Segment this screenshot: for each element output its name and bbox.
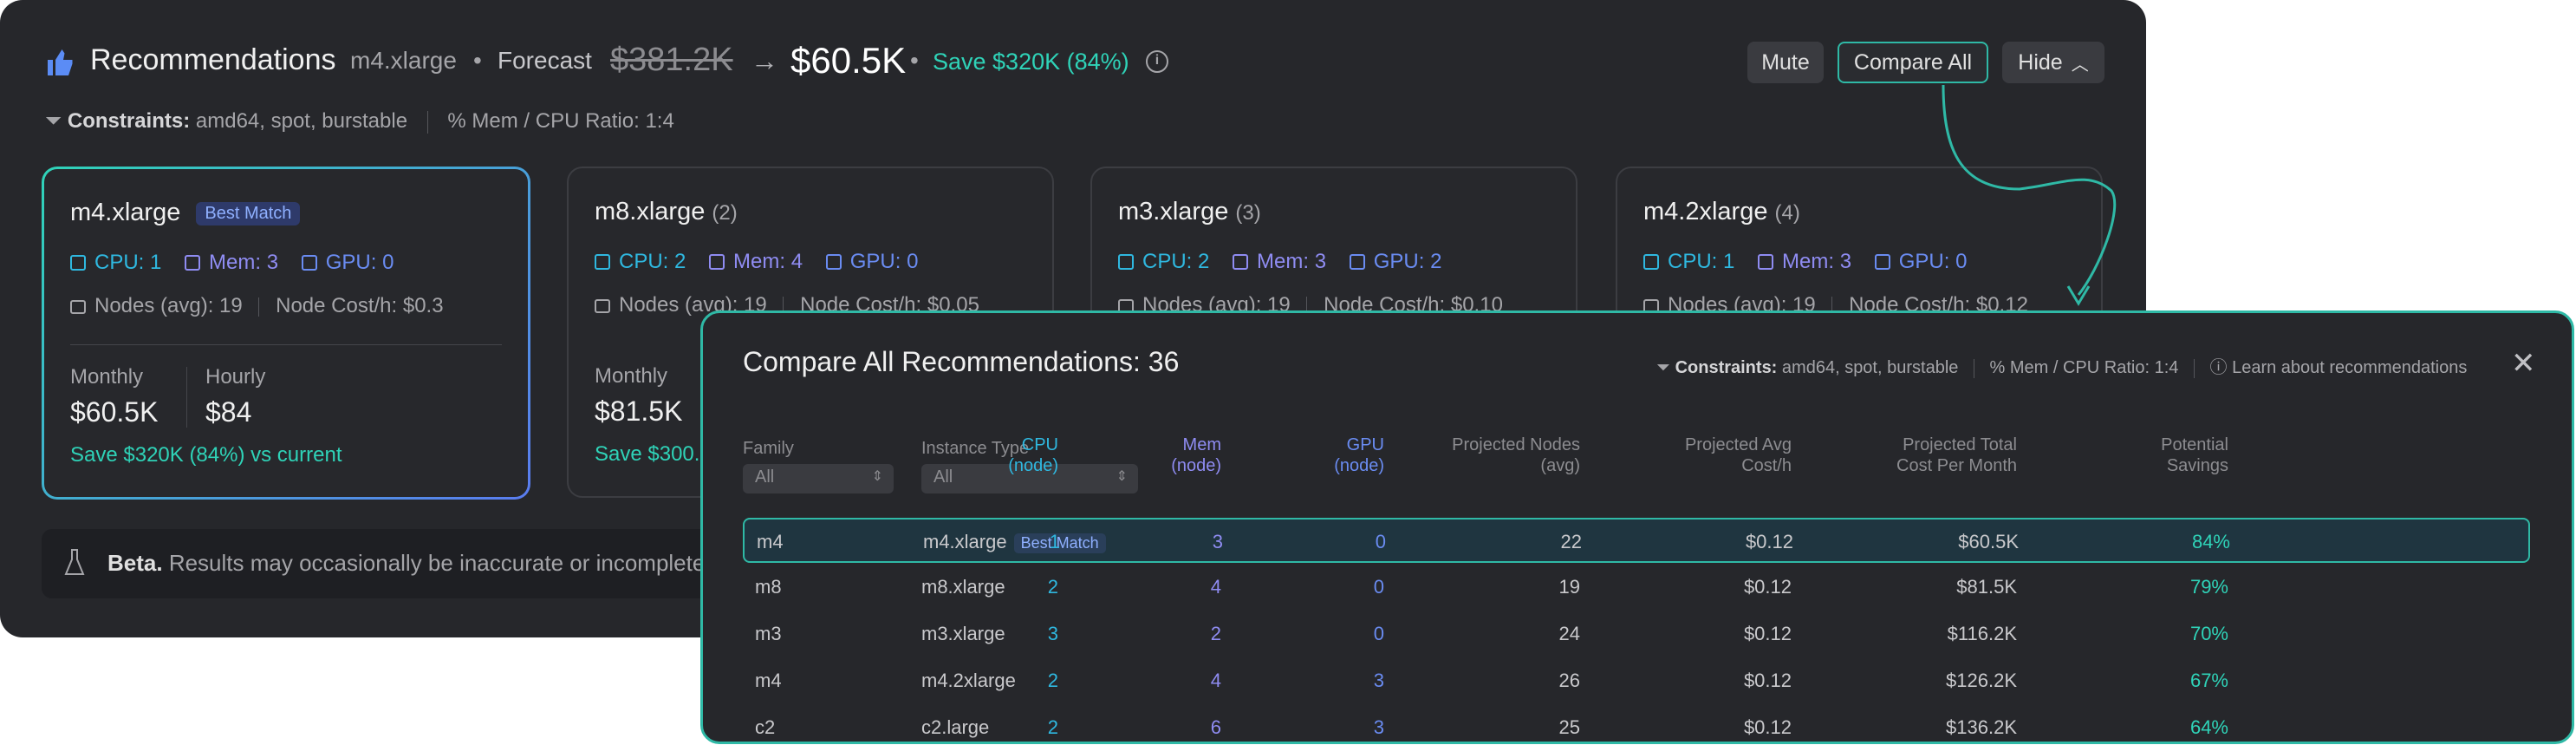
ratio-value: Mem / CPU Ratio: 1:4 xyxy=(2009,358,2179,377)
constraints-label: Constraints: xyxy=(1675,358,1778,377)
cell-mem: 6 xyxy=(1210,716,1221,738)
compare-all-dialog: Compare All Recommendations: 36 ⏷ Constr… xyxy=(700,310,2574,744)
col-gpu-title: GPU xyxy=(1346,435,1384,454)
col-family: Family xyxy=(743,439,794,458)
cell-cpu: 2 xyxy=(1047,670,1058,691)
cell-nodes: 26 xyxy=(1558,670,1580,691)
table-row[interactable]: m4 m4.xlarge Best Match 1 3 0 22 $0.12 $60.5K 84% xyxy=(743,518,2530,563)
col-nodes: Projected Nodes (avg) xyxy=(1355,435,1580,476)
cell-total: $81.5K xyxy=(1956,576,2017,598)
cell-total: $116.2K xyxy=(1947,623,2017,644)
family-filter-value: All xyxy=(755,467,775,487)
cell-savings: 67% xyxy=(2189,670,2228,691)
cell-total: $136.2K xyxy=(1946,716,2017,738)
cell-nodes: 19 xyxy=(1558,576,1580,598)
learn-link[interactable]: Learn about recommendations xyxy=(2232,358,2467,377)
cell-gpu: 0 xyxy=(1373,576,1384,598)
col-cost-title: Projected Avg xyxy=(1684,435,1792,454)
cell-savings: 84% xyxy=(2191,531,2230,552)
cell-family: c2 xyxy=(755,716,776,738)
cell-savings: 79% xyxy=(2189,576,2228,598)
cell-gpu: 0 xyxy=(1373,623,1384,644)
table-row[interactable]: m3 m3.xlarge 3 2 0 24 $0.12 $116.2K 70% xyxy=(743,611,2530,657)
cell-cost: $0.12 xyxy=(1745,531,1793,552)
table-row[interactable]: c2 c2.large 2 6 3 25 $0.12 $136.2K 64% xyxy=(743,705,2530,742)
cell-nodes: 24 xyxy=(1558,623,1580,644)
col-total: Projected Total Cost Per Month xyxy=(1792,435,2017,476)
cell-family: m3 xyxy=(755,623,782,644)
cell-cpu: 2 xyxy=(1047,576,1058,598)
cell-nodes: 22 xyxy=(1560,531,1582,552)
cell-family: m4 xyxy=(757,531,784,552)
cell-savings: 64% xyxy=(2189,716,2228,738)
table-row[interactable]: m4 m4.2xlarge 2 4 3 26 $0.12 $126.2K 67% xyxy=(743,658,2530,703)
cell-mem: 2 xyxy=(1210,623,1221,644)
cell-cost: $0.12 xyxy=(1743,716,1792,738)
col-sav-title: Potential xyxy=(2161,435,2228,454)
col-nodes-sub: (avg) xyxy=(1540,456,1580,475)
col-gpu-sub: (node) xyxy=(1334,456,1384,475)
constraints-value: amd64, spot, burstable xyxy=(1781,358,1959,377)
cell-mem: 4 xyxy=(1210,670,1221,691)
col-gpu: GPU (node) xyxy=(1159,435,1384,476)
cell-mem: 3 xyxy=(1212,531,1223,552)
cell-nodes: 25 xyxy=(1558,716,1580,738)
col-sav-sub: Savings xyxy=(2166,456,2228,475)
col-cost: Projected Avg Cost/h xyxy=(1566,435,1792,476)
cell-cpu: 1 xyxy=(1049,531,1060,552)
cell-family: m4 xyxy=(755,670,782,691)
cell-mem: 4 xyxy=(1210,576,1221,598)
cell-gpu: 3 xyxy=(1373,670,1384,691)
col-total-sub: Cost Per Month xyxy=(1896,456,2017,475)
cell-cpu: 3 xyxy=(1047,623,1058,644)
percent-icon: % xyxy=(1989,358,2006,377)
cell-gpu: 3 xyxy=(1373,716,1384,738)
cell-gpu: 0 xyxy=(1375,531,1386,552)
col-nodes-title: Projected Nodes xyxy=(1452,435,1580,454)
cell-cpu: 2 xyxy=(1047,716,1058,738)
col-cost-sub: Cost/h xyxy=(1741,456,1792,475)
close-icon[interactable]: ✕ xyxy=(2511,346,2536,381)
dialog-constraints: ⏷ Constraints: amd64, spot, burstable % … xyxy=(1656,353,2467,378)
filter-icon: ⏷ xyxy=(1656,358,1670,377)
col-total-title: Projected Total xyxy=(1903,435,2017,454)
dialog-title: Compare All Recommendations: 36 xyxy=(743,346,1180,377)
cell-family: m8 xyxy=(755,576,782,598)
cell-total: $126.2K xyxy=(1946,670,2017,691)
divider xyxy=(2193,358,2195,378)
info-icon: ⓘ xyxy=(2209,358,2228,377)
cell-savings: 70% xyxy=(2189,623,2228,644)
cell-total: $60.5K xyxy=(1958,531,2019,552)
cell-cost: $0.12 xyxy=(1743,670,1792,691)
col-sav: Potential Savings xyxy=(2003,435,2228,476)
table-row[interactable]: m8 m8.xlarge 2 4 0 19 $0.12 $81.5K 79% xyxy=(743,565,2530,610)
cell-cost: $0.12 xyxy=(1743,623,1792,644)
cell-cost: $0.12 xyxy=(1743,576,1792,598)
